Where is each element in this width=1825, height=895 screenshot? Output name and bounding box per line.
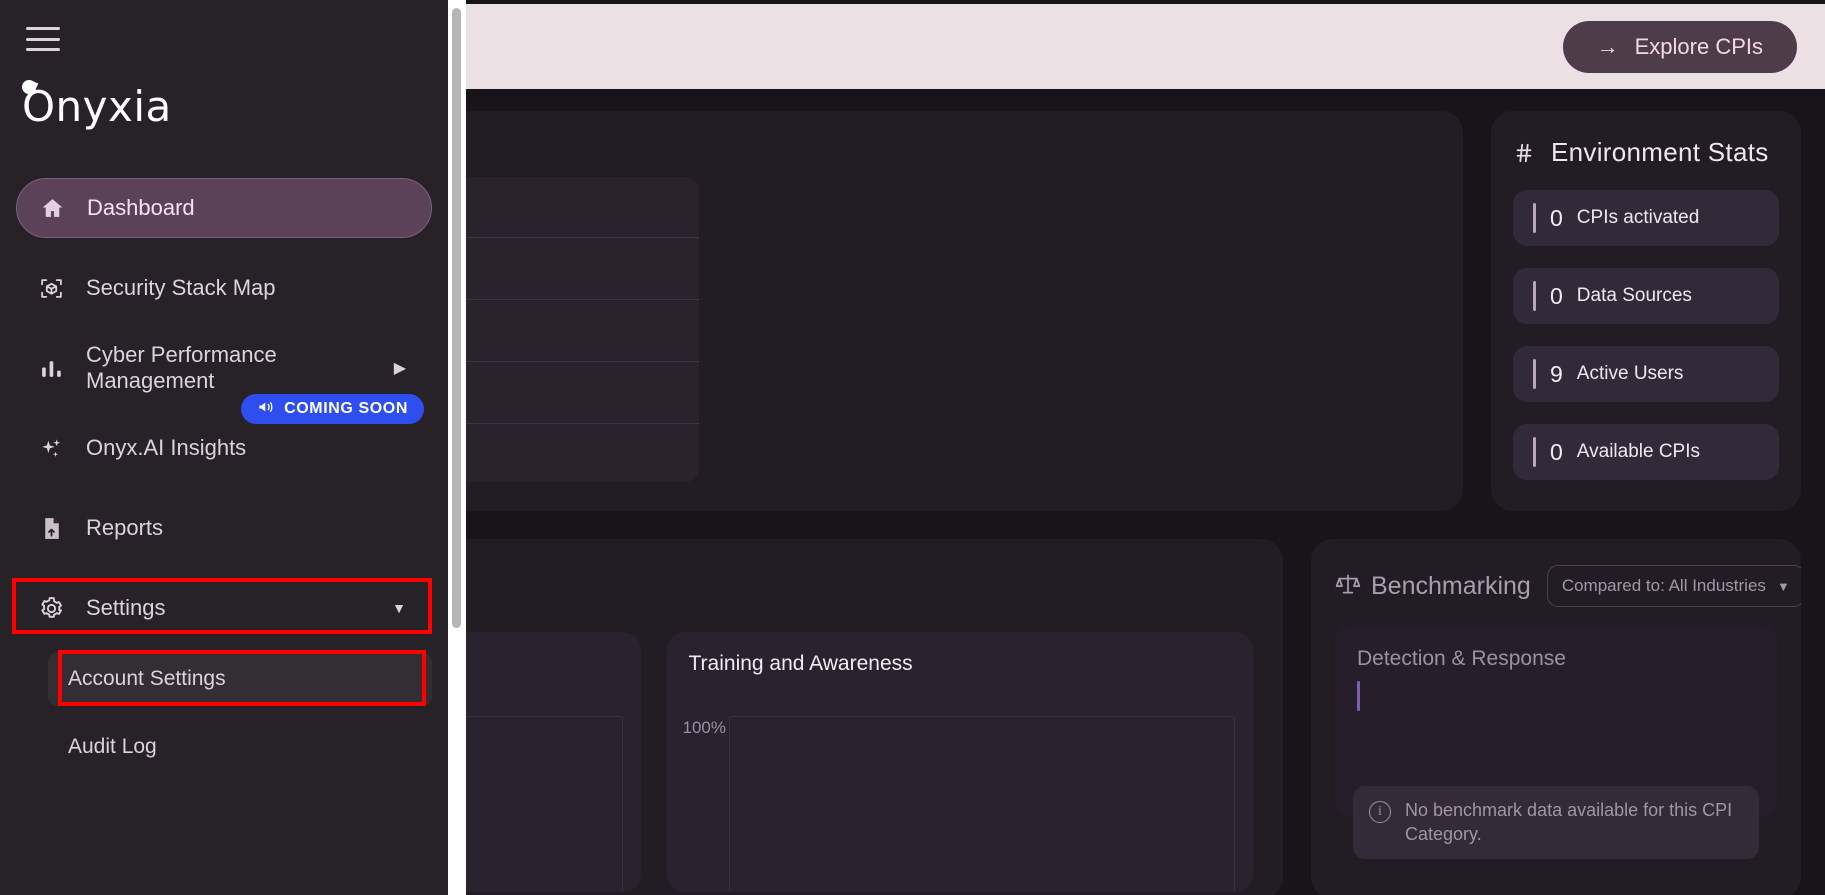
sidebar-item-label: Settings [86,595,166,620]
stat-label: Available CPIs [1576,441,1701,462]
stat-active-users: 9 Active Users [1513,346,1779,402]
scales-icon [1335,571,1361,602]
sidebar-item-label: Dashboard [87,195,195,220]
benchmarking-card: Benchmarking Compared to: All Industries… [1311,539,1801,895]
sidebar-subitem-audit-log[interactable]: Audit Log [48,720,432,774]
hash-icon [1513,142,1535,164]
application-root: a CPI → Explore CPIs [0,0,1825,895]
stat-cpis-activated: 0 CPIs activated [1513,190,1779,246]
sidebar-item-label: Security Stack Map [86,275,276,300]
stat-value: 9 [1550,360,1563,387]
app-logo: Onyxia [22,82,172,131]
coming-soon-badge: COMING SOON [241,394,424,424]
hamburger-icon[interactable] [26,24,60,54]
stat-label: Data Sources [1576,285,1692,306]
megaphone-icon [257,398,275,421]
coming-soon-label: COMING SOON [284,400,408,417]
stat-accent-bar [1533,203,1536,233]
sidebar-subitem-label: Audit Log [68,735,157,758]
benchmarking-header: Benchmarking Compared to: All Industries… [1335,565,1801,607]
stat-accent-bar [1533,359,1536,389]
chevron-down-icon: ▼ [392,600,406,616]
stat-value: 0 [1550,204,1563,231]
sidebar-item-dashboard[interactable]: Dashboard [16,178,432,238]
explore-cpis-button[interactable]: → Explore CPIs [1562,20,1797,73]
trend-tile[interactable]: Training and Awareness 100% [666,632,1253,892]
benchmarking-body: Detection & Response i No benchmark data… [1335,627,1777,859]
benchmark-empty-notice: i No benchmark data available for this C… [1353,786,1759,859]
benchmark-compare-select[interactable]: Compared to: All Industries ▼ [1546,565,1801,607]
sidebar-subitem-account-settings[interactable]: Account Settings [48,652,432,706]
sidebar-item-label: Reports [86,515,164,540]
stat-data-sources: 0 Data Sources [1513,268,1779,324]
environment-stats-title: Environment Stats [1551,137,1769,167]
benchmark-category-label: Detection & Response [1357,647,1566,670]
sidebar-item-onyx-ai-insights[interactable]: Onyx.AI Insights COMING SOON [16,394,432,478]
stat-label: Active Users [1576,363,1684,384]
trend-axis-max: 100% [682,718,726,737]
benchmark-compare-value: Compared to: All Industries [1561,576,1766,595]
app-logo-text: Onyxia [22,82,172,131]
benchmark-empty-text: No benchmark data available for this CPI… [1405,800,1733,844]
stat-value: 0 [1550,282,1563,309]
bar-chart-icon [38,355,64,381]
sparkles-icon [38,435,64,461]
arrow-right-icon: → [1596,33,1619,59]
file-upload-icon [38,515,64,541]
sidebar-item-security-stack-map[interactable]: Security Stack Map [16,258,432,318]
environment-stats-header: Environment Stats [1513,137,1779,168]
stat-accent-bar [1533,437,1536,467]
trend-tile-name: Training and Awareness [688,652,913,675]
scrollbar-thumb[interactable] [452,8,461,628]
home-icon [39,195,65,221]
trend-plot-area [728,716,1235,892]
benchmark-marker [1357,681,1360,711]
sidebar-nav: Dashboard Security Stack Map Cyber Perfo… [0,178,448,774]
stat-value: 0 [1550,438,1563,465]
page-scrollbar[interactable] [448,0,466,895]
stat-available-cpis: 0 Available CPIs [1513,424,1779,480]
gear-icon [38,595,64,621]
benchmarking-title: Benchmarking [1371,571,1531,600]
cube-scan-icon [38,275,64,301]
environment-stats-card: Environment Stats 0 CPIs activated 0 Dat… [1491,111,1801,511]
sidebar-item-label: Onyx.AI Insights [86,435,247,460]
stat-accent-bar [1533,281,1536,311]
sidebar-item-label: Cyber Performance Management [86,342,277,393]
sidebar-subitem-label: Account Settings [68,667,226,690]
sidebar-item-settings[interactable]: Settings ▼ [16,578,432,638]
chevron-right-icon: ▶ [393,360,406,377]
sidebar: Onyxia Dashboard Security Stack Map Cybe… [0,0,448,895]
info-icon: i [1369,801,1391,824]
sidebar-item-cyber-performance-management[interactable]: Cyber Performance Management ▶ [16,338,432,398]
sidebar-item-reports[interactable]: Reports [16,498,432,558]
chevron-down-icon: ▼ [1776,578,1790,594]
stat-label: CPIs activated [1576,207,1700,228]
explore-cpis-label: Explore CPIs [1634,33,1763,59]
